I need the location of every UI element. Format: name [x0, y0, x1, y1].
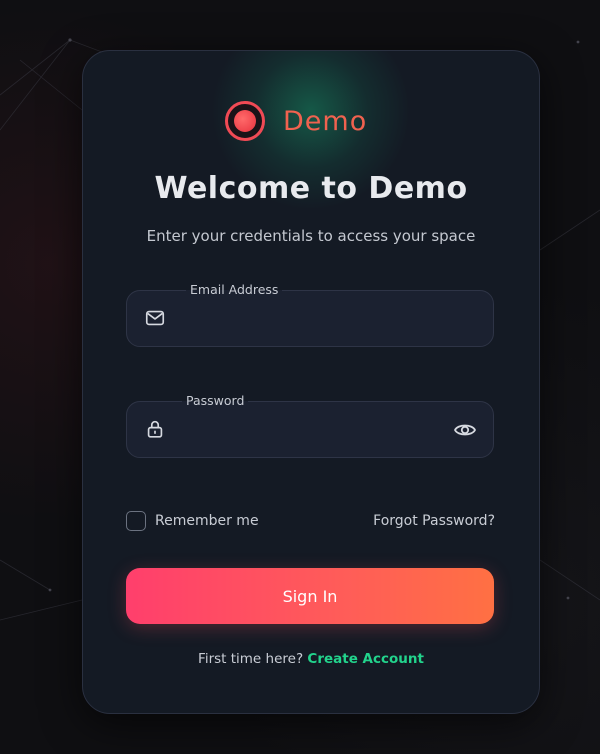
page-subtitle: Enter your credentials to access your sp… — [146, 227, 476, 245]
signup-prompt-text: First time here? — [198, 651, 308, 667]
password-field[interactable]: Password — [126, 393, 494, 459]
eye-icon[interactable] — [453, 419, 477, 441]
sign-in-button[interactable]: Sign In — [126, 568, 494, 624]
email-input[interactable] — [177, 291, 451, 348]
remember-me-checkbox[interactable] — [126, 511, 146, 531]
remember-me[interactable]: Remember me — [126, 511, 259, 531]
login-card: Demo Welcome to Demo Enter your credenti… — [82, 50, 540, 714]
brand: Demo — [225, 97, 367, 145]
forgot-password-link[interactable]: Forgot Password? — [373, 513, 495, 529]
page-title: Welcome to Demo — [154, 171, 468, 206]
remember-me-label: Remember me — [155, 513, 259, 529]
logo-icon — [225, 101, 265, 141]
mail-icon — [145, 310, 165, 326]
brand-name: Demo — [283, 105, 368, 137]
lock-icon — [147, 420, 163, 438]
password-input[interactable] — [177, 402, 451, 459]
email-field[interactable]: Email Address — [126, 282, 494, 348]
signup-prompt: First time here? Create Account — [83, 651, 539, 667]
create-account-link[interactable]: Create Account — [307, 651, 424, 667]
